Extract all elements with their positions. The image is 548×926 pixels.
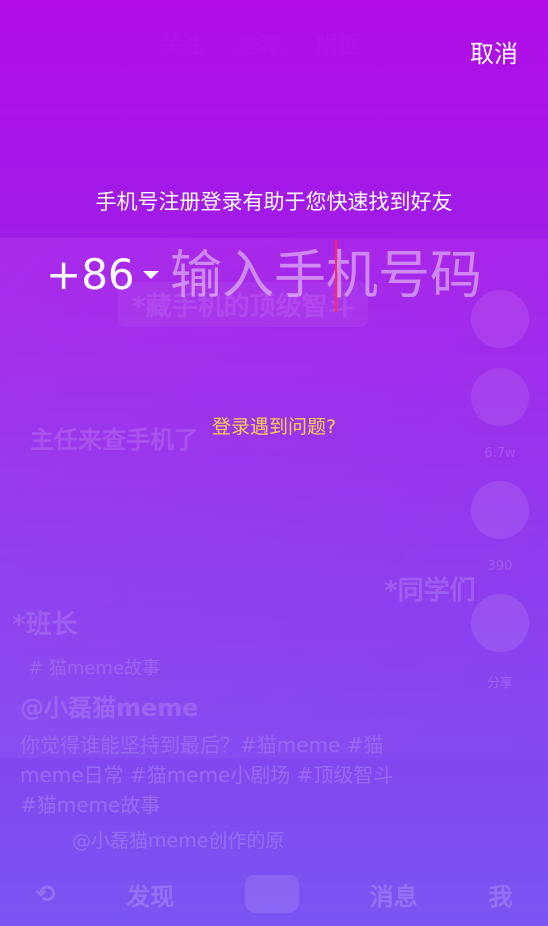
side-actions: 6.7w 390 分享 [468,290,532,691]
video-caption-right: *同学们 [384,576,476,606]
video-description: 你觉得谁能坚持到最后？#猫meme #猫meme日常 #猫meme小剧场 #顶级… [20,733,394,817]
nav-me: 我 [488,882,513,911]
hashtag-label: # 猫meme故事 [28,658,161,679]
phone-input[interactable] [170,244,510,308]
share-label: 分享 [486,676,513,691]
login-hint: 手机号注册登录有助于您快速找到好友 [95,190,453,214]
nav-messages: 消息 [369,882,418,911]
country-code: +86 [46,250,135,299]
author-name: @小磊猫meme [20,694,199,722]
login-help-link[interactable]: 登录遇到问题? [0,412,548,439]
caret-down-icon [142,270,159,279]
refresh-icon: ⟲ [35,880,56,908]
cancel-button[interactable]: 取消 [470,34,518,69]
plus-icon [245,875,300,913]
country-code-selector[interactable]: +86 [46,250,159,299]
comment-count: 390 [487,559,513,574]
text-cursor [335,240,337,312]
bottom-nav: ⟲ 发现 消息 我 [0,862,548,926]
nav-discover: 发现 [126,882,175,911]
share-icon [471,594,529,652]
comment-icon [471,481,529,539]
like-count: 6.7w [484,446,516,461]
music-label: @小磊猫meme创作的原 [72,830,285,852]
video-caption-bottom: *班长 [12,610,78,640]
